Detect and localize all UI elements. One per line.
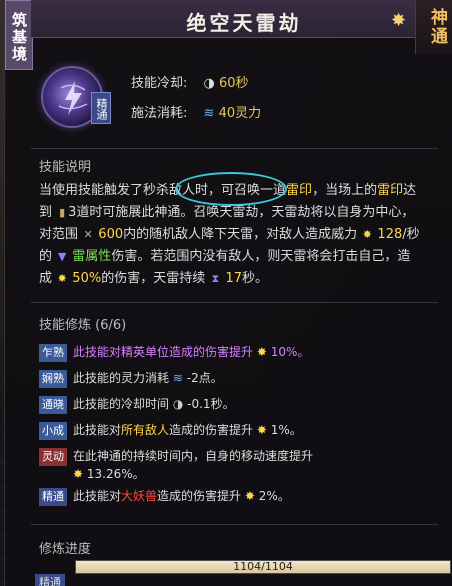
cultivation-row: 灵动 在此神通的持续时间内，自身的移动速度提升: [39, 446, 313, 466]
panel-header: 绝空天雷劫: [31, 0, 452, 38]
description-title: 技能说明: [39, 160, 92, 175]
clock-icon: ◑: [172, 397, 184, 411]
desc-line-4: 的 ▼ 雷属性伤害。若范围内没有敌人，则天雷将会打击自己，造: [39, 246, 445, 268]
cost-row: 施法消耗: ≋ 40灵力: [131, 102, 261, 121]
desc-line-3: 对范围 ✕ 600内的随机敌人降下天雷，对敌人造成威力 ✸ 128/秒: [39, 224, 445, 246]
cooldown-value: 60秒: [219, 76, 249, 91]
range-icon: ✕: [83, 228, 93, 241]
cooldown-row: 技能冷却: ◑ 60秒: [131, 72, 249, 91]
power-icon: ✸: [244, 489, 255, 503]
cultivation-progress-bar: 1104/1104: [75, 560, 451, 574]
cultivation-row: 乍熟 此技能对精英单位造成的伤害提升 ✸ 10%。: [39, 342, 309, 362]
divider: [31, 302, 438, 303]
spark-icon: ✸: [391, 10, 407, 31]
hourglass-icon: ⧗: [211, 272, 220, 285]
skill-grade-badge: 精通: [91, 92, 111, 124]
clock-icon: ◑: [203, 76, 215, 91]
divider: [31, 148, 438, 149]
cultivation-row: 娴熟 此技能的灵力消耗 ≋ -2点。: [39, 368, 223, 388]
cultivation-tag: 乍熟: [39, 343, 67, 362]
lightning-icon: ▼: [57, 250, 67, 263]
bottom-grade-tag: 精通: [35, 574, 65, 586]
desc-line-5: 成 ✸ 50%的伤害，天雷持续 ⧗ 17秒。: [39, 268, 445, 290]
skill-title: 绝空天雷劫: [186, 11, 302, 35]
skill-detail-panel: 筑基境 绝空天雷劫 ✸ 神通 精通 技能冷却: ◑ 60秒 施法消耗: ≋ 40…: [4, 0, 452, 586]
cultivation-tag: 精通: [39, 487, 67, 506]
shentong-badge: 神通: [415, 0, 452, 54]
cultivation-tag: 娴熟: [39, 369, 67, 388]
progress-label: 修炼进度: [39, 542, 92, 557]
power-icon: ✸: [256, 345, 267, 359]
scroll-icon: ▮: [59, 206, 66, 219]
mana-icon: ≋: [172, 371, 183, 385]
cost-value: 40灵力: [218, 106, 262, 121]
cultivation-title: 技能修炼 (6/6): [39, 318, 127, 333]
cultivation-tag: 灵动: [39, 447, 67, 466]
cultivation-tag: 通晓: [39, 395, 67, 414]
power-icon: ✸: [362, 228, 372, 241]
cooldown-label: 技能冷却:: [131, 76, 188, 91]
progress-text: 1104/1104: [233, 560, 293, 573]
cultivation-tag: 小成: [39, 421, 67, 440]
power-icon: ✸: [73, 467, 84, 481]
realm-tag: 筑基境: [5, 0, 33, 70]
power-icon: ✸: [256, 423, 267, 437]
mana-icon: ≋: [203, 106, 215, 121]
cultivation-row-value: ✸ 13.26%。: [73, 467, 145, 481]
cultivation-row: 精通 此技能对大妖兽造成的伤害提升 ✸ 2%。: [39, 486, 290, 506]
cultivation-row: 小成 此技能对所有敌人造成的伤害提升 ✸ 1%。: [39, 420, 302, 440]
cultivation-row: 通晓 此技能的冷却时间 ◑ -0.1秒。: [39, 394, 235, 414]
divider: [31, 524, 438, 525]
annotation-ellipse: [175, 172, 287, 206]
cost-label: 施法消耗:: [131, 106, 188, 121]
power-icon: ✸: [57, 272, 67, 285]
